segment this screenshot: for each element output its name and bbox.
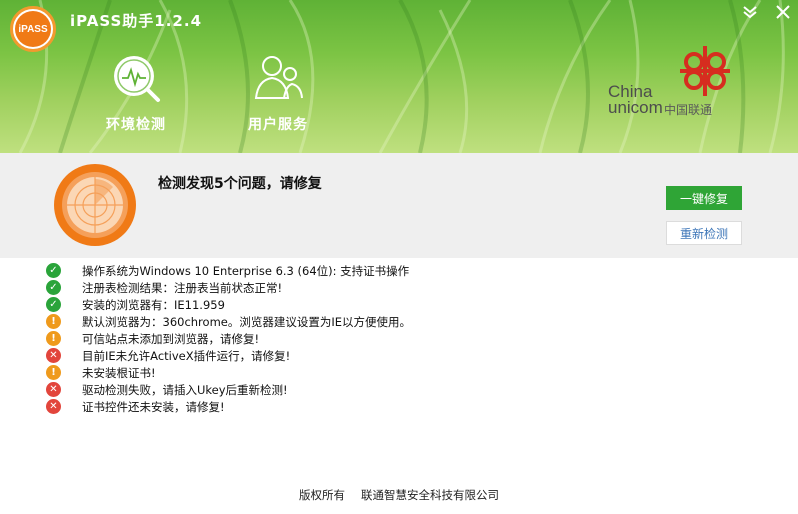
unicom-knot-icon (680, 46, 730, 96)
list-item: ✕ 证书控件还未安装，请修复! (46, 398, 746, 415)
status-panel: 检测发现5个问题，请修复 一键修复 重新检测 (0, 153, 798, 258)
app-title: iPASS助手1.2.4 (70, 12, 203, 30)
recheck-button[interactable]: 重新检测 (666, 221, 742, 245)
list-item: ! 未安装根证书! (46, 364, 746, 381)
close-button[interactable] (773, 2, 793, 22)
ipass-logo: iPASS (10, 6, 56, 52)
list-item: ! 可信站点未添加到浏览器，请修复! (46, 330, 746, 347)
one-click-fix-button[interactable]: 一键修复 (666, 186, 742, 210)
result-text: 默认浏览器为：360chrome。浏览器建议设置为IE以方便使用。 (82, 314, 412, 329)
list-item: ✕ 目前IE未允许ActiveX插件运行，请修复! (46, 347, 746, 364)
result-text: 安装的浏览器有：IE11.959 (82, 297, 225, 312)
app-header: iPASS iPASS助手1.2.4 环境检测 用户服务 China unico… (0, 0, 798, 153)
footer-copyright: 版权所有 (299, 488, 345, 502)
result-text: 证书控件还未安装，请修复! (82, 399, 225, 414)
result-text: 注册表检测结果：注册表当前状态正常! (82, 280, 283, 295)
logo-text: iPASS (15, 11, 51, 47)
footer: 版权所有 联通智慧安全科技有限公司 (0, 483, 798, 507)
error-icon: ✕ (46, 348, 61, 363)
list-item: ✕ 驱动检测失败，请插入Ukey后重新检测! (46, 381, 746, 398)
error-icon: ✕ (46, 399, 61, 414)
minimize-button[interactable] (740, 2, 760, 22)
check-icon: ✓ (46, 263, 61, 278)
list-item: ✓ 操作系统为Windows 10 Enterprise 6.3 (64位): … (46, 262, 746, 279)
nav-user-service[interactable]: 用户服务 (228, 52, 328, 134)
nav-label: 环境检测 (106, 117, 166, 133)
result-text: 未安装根证书! (82, 365, 156, 380)
list-item: ✓ 安装的浏览器有：IE11.959 (46, 296, 746, 313)
users-icon (254, 56, 303, 99)
nav-environment-check[interactable]: 环境检测 (86, 52, 186, 134)
close-icon (776, 5, 790, 19)
warning-icon: ! (46, 314, 61, 329)
error-icon: ✕ (46, 382, 61, 397)
list-item: ! 默认浏览器为：360chrome。浏览器建议设置为IE以方便使用。 (46, 313, 746, 330)
monitor-magnifier-icon (114, 56, 160, 102)
check-icon: ✓ (46, 297, 61, 312)
scan-target-icon (54, 164, 136, 246)
unicom-cn-name: 中国联通 (664, 103, 713, 117)
nav-label: 用户服务 (248, 117, 308, 133)
footer-company: 联通智慧安全科技有限公司 (361, 488, 499, 502)
list-item: ✓ 注册表检测结果：注册表当前状态正常! (46, 279, 746, 296)
result-text: 目前IE未允许ActiveX插件运行，请修复! (82, 348, 291, 363)
status-title: 检测发现5个问题，请修复 (158, 176, 322, 192)
chevron-down-icon (743, 6, 757, 19)
result-text: 操作系统为Windows 10 Enterprise 6.3 (64位): 支持… (82, 263, 410, 278)
result-text: 驱动检测失败，请插入Ukey后重新检测! (82, 382, 288, 397)
china-unicom-logo: China unicom 中国联通 (606, 40, 756, 120)
unicom-en-line2: unicom (608, 98, 663, 117)
warning-icon: ! (46, 331, 61, 346)
warning-icon: ! (46, 365, 61, 380)
check-icon: ✓ (46, 280, 61, 295)
result-text: 可信站点未添加到浏览器，请修复! (82, 331, 260, 346)
check-results-list: ✓ 操作系统为Windows 10 Enterprise 6.3 (64位): … (46, 262, 746, 415)
